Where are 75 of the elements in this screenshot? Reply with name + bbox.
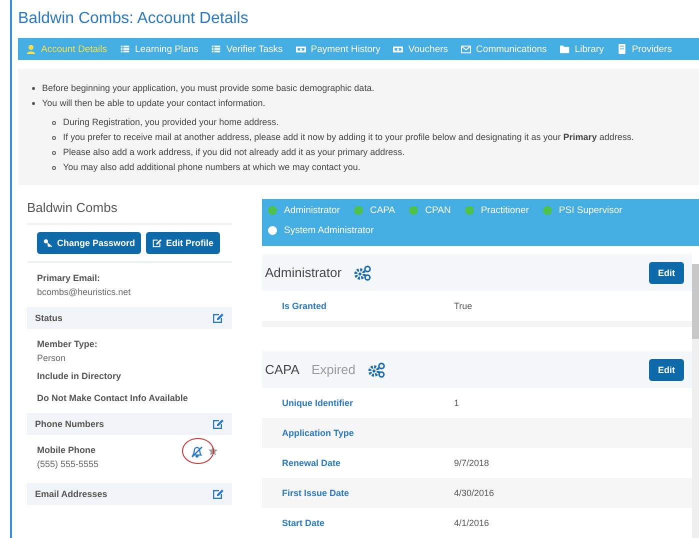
profile-name: Baldwin Combs <box>27 199 232 225</box>
gears-icon[interactable] <box>354 264 372 280</box>
field-label: Include in Directory <box>37 370 122 383</box>
page-title: Baldwin Combs: Account Details <box>18 9 250 29</box>
edit-button[interactable]: Edit <box>649 262 684 284</box>
tab[interactable]: Vouchers <box>393 44 448 54</box>
role-label: System Administrator <box>284 224 374 236</box>
field-value: 4/30/2016 <box>454 488 494 498</box>
field-label: First Issue Date <box>282 488 350 498</box>
tab[interactable]: Communications <box>461 44 547 54</box>
role-label: Practitioner <box>480 204 529 216</box>
bullet-icon <box>52 166 56 170</box>
user-icon <box>26 44 36 54</box>
list-icon <box>211 44 222 54</box>
bullet-icon <box>32 87 35 90</box>
edit-button[interactable]: Edit <box>649 358 684 380</box>
panel-title: Administrator <box>265 265 342 280</box>
notice-text: If you prefer to receive mail at another address, please add it now by adding it to your profile below and designating it as your Primary address. <box>63 131 634 144</box>
profile-button[interactable]: Edit Profile <box>146 232 220 254</box>
scrollbar[interactable] <box>692 264 699 538</box>
bullet-icon <box>52 150 56 154</box>
section-title: Status <box>35 313 63 323</box>
section-title: Phone Numbers <box>35 419 104 429</box>
bullet-icon <box>52 136 56 140</box>
key-icon <box>43 238 53 248</box>
field-label: Do Not Make Contact Info Available <box>37 392 189 405</box>
section-title: Email Addresses <box>35 489 108 499</box>
tab[interactable]: Verifier Tasks <box>211 44 283 54</box>
envelope-icon <box>461 44 472 54</box>
panel-title: CAPA <box>265 362 300 377</box>
tab[interactable]: Account Details <box>26 44 108 54</box>
field-label: Application Type <box>282 428 355 438</box>
field-label: Member Type: <box>37 338 98 351</box>
tab[interactable]: Library <box>560 44 604 54</box>
notice-text: You may also add additional phone numbers at which we may contact you. <box>63 161 360 174</box>
bullet-icon <box>32 102 35 105</box>
profile-button[interactable]: Change Password <box>37 232 142 254</box>
muted-bell-icon[interactable] <box>190 445 204 459</box>
notice-text: You will then be able to update your contact information. <box>42 97 266 110</box>
field-label: Primary Email: <box>37 272 102 285</box>
building-icon <box>616 44 627 54</box>
edit-icon[interactable] <box>212 488 224 500</box>
edit-icon <box>152 238 162 248</box>
field-value: True <box>454 301 472 311</box>
field-label: Is Granted <box>282 301 328 311</box>
bullet-icon <box>52 120 56 124</box>
star-icon[interactable] <box>208 446 218 456</box>
notice-text: Before beginning your application, you must provide some basic demographic data. <box>42 82 374 95</box>
folder-icon <box>560 44 570 54</box>
list-icon <box>120 44 130 54</box>
tab[interactable]: Payment History <box>296 44 380 54</box>
field-value: bcombs@heuristics.net <box>37 286 132 299</box>
field-value: (555) 555-5555 <box>37 458 99 471</box>
notice-text: Please also add a work address, if you did not already add it as your primary address. <box>63 146 405 159</box>
field-value: Person <box>37 352 67 365</box>
field-value: 4/1/2016 <box>454 518 490 528</box>
role-label: CPAN <box>425 204 451 216</box>
notice-text: During Registration, you provided your home address. <box>63 116 279 129</box>
field-label: Mobile Phone <box>37 444 96 457</box>
role-label: CAPA <box>370 204 396 216</box>
field-value: 1 <box>454 398 460 408</box>
role-label: PSI Supervisor <box>558 204 622 216</box>
panel-status: Expired <box>311 362 356 377</box>
banknote-icon <box>393 44 404 54</box>
field-label: Start Date <box>282 518 326 528</box>
field-label: Unique Identifier <box>282 398 354 408</box>
edit-icon[interactable] <box>212 312 224 324</box>
field-value: 9/7/2018 <box>454 458 490 468</box>
tab[interactable]: Learning Plans <box>120 44 198 54</box>
gears-icon[interactable] <box>368 362 386 378</box>
tab[interactable]: Providers <box>616 44 672 54</box>
edit-icon[interactable] <box>212 418 224 430</box>
banknote-icon <box>296 44 306 54</box>
field-label: Renewal Date <box>282 458 342 468</box>
role-label: Administrator <box>284 204 340 216</box>
